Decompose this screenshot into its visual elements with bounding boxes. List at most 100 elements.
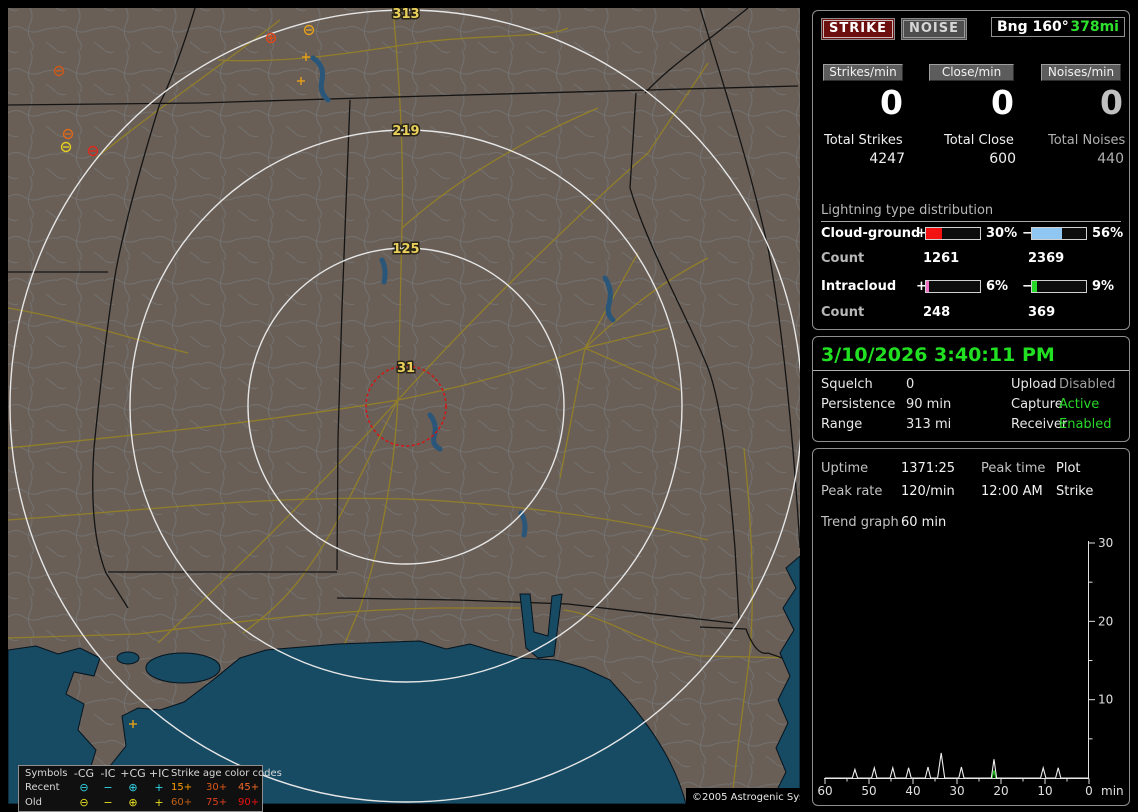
svg-text:20: 20	[1098, 614, 1113, 628]
squelch-label: Squelch	[821, 377, 873, 392]
cg-neg-recent-icon: ⊖	[79, 781, 89, 795]
axis-labels: 60 50 40 30 20 10 0 min 30 20 10	[817, 536, 1123, 798]
noise-mode-button[interactable]: NOISE	[901, 18, 968, 40]
trend-panel: Uptime 1371:25 Peak time Plot Peak rate …	[812, 448, 1130, 806]
ic-neg-bar	[1031, 280, 1087, 293]
copyright-text: ©2005 Astrogenic Systems	[692, 792, 800, 803]
strikes-per-min-button[interactable]: Strikes/min	[823, 64, 903, 81]
cg-neg-bar-fill	[1032, 228, 1063, 239]
close-per-min-button[interactable]: Close/min	[929, 64, 1014, 81]
legend-row-old-label: Old	[25, 796, 42, 808]
lightning-map[interactable]: 313 219 125 31 ©2005 Astrogenic Systems …	[8, 8, 800, 812]
total-close-value: 600	[989, 151, 1016, 167]
ic-neg-bar-fill	[1032, 281, 1037, 292]
ic-pos-recent-icon: +	[154, 781, 164, 795]
cg-neg-count: 2369	[1028, 251, 1065, 266]
intracloud-label: Intracloud	[821, 279, 897, 294]
cg-pos-pct: 30%	[986, 226, 1018, 241]
trend-line-series	[825, 752, 1089, 779]
status-row: Range 313 mi Receiver Enabled	[813, 417, 1129, 435]
status-panel: 3/10/2026 3:40:11 PM Squelch 0 Upload Di…	[812, 336, 1130, 442]
svg-text:min: min	[1101, 784, 1124, 798]
age-45: 45+	[238, 782, 260, 794]
bearing-label: Bng 160°	[997, 19, 1069, 35]
intracloud-row: Intracloud + 6% − 9%	[821, 279, 1121, 294]
persistence-value: 90 min	[906, 397, 952, 412]
svg-text:50: 50	[861, 784, 876, 798]
capture-status: Active	[1059, 397, 1100, 412]
count-label: Count	[821, 305, 865, 320]
legend-col-cg-neg: -CG	[73, 767, 95, 780]
total-noises-value: 440	[1097, 151, 1124, 167]
cloud-ground-row: Cloud-ground + 30% − 56%	[821, 226, 1124, 241]
legend-col-cg-pos: +CG	[120, 767, 146, 780]
ic-pos-count: 248	[923, 305, 951, 320]
legend-age-header: Strike age color codes	[171, 768, 282, 779]
status-row: Squelch 0 Upload Disabled	[813, 377, 1129, 395]
total-noises-label: Total Noises	[1048, 133, 1126, 148]
cg-pos-bar	[925, 227, 981, 240]
noise-mode-label: NOISE	[903, 20, 966, 38]
cg-pos-bar-fill	[926, 228, 943, 239]
total-close-label: Total Close	[944, 133, 1014, 148]
status-row: Persistence 90 min Capture Active	[813, 397, 1129, 415]
trend-graph: 60 50 40 30 20 10 0 min 30 20 10	[817, 536, 1123, 798]
ic-pos-old-icon: +	[154, 795, 164, 809]
capture-label: Capture	[1011, 397, 1063, 412]
age-15: 15+	[171, 782, 193, 794]
legend-symbols-header: Symbols	[25, 768, 68, 779]
counters-panel: STRIKE NOISE Bng 160° 378mi Strikes/min …	[812, 10, 1130, 330]
squelch-value: 0	[906, 377, 915, 392]
cloud-ground-count-row: Count 1261 2369	[821, 251, 1064, 266]
ring-label-219: 219	[392, 124, 419, 139]
map-canvas: 313 219 125 31 ©2005 Astrogenic Systems	[8, 8, 800, 804]
strike-mode-label: STRIKE	[823, 20, 894, 38]
cg-neg-bar	[1031, 227, 1087, 240]
cg-pos-recent-icon: ⊕	[128, 781, 138, 795]
app-window: 313 219 125 31 ©2005 Astrogenic Systems …	[0, 0, 1138, 812]
datetime-display: 3/10/2026 3:40:11 PM	[813, 337, 1129, 371]
axis-ticks	[824, 542, 1095, 784]
svg-text:10: 10	[1098, 693, 1113, 707]
strikes-per-min-value: 0	[880, 83, 903, 122]
ic-neg-pct: 9%	[1092, 279, 1115, 294]
svg-text:10: 10	[1037, 784, 1052, 798]
total-strikes-label: Total Strikes	[824, 133, 903, 148]
svg-text:30: 30	[949, 784, 964, 798]
svg-text:40: 40	[905, 784, 920, 798]
cg-neg-pct: 56%	[1092, 226, 1124, 241]
ic-pos-pct: 6%	[986, 279, 1009, 294]
bearing-distance: 378mi	[1070, 19, 1119, 35]
cg-pos-count: 1261	[923, 251, 960, 266]
bearing-readout: Bng 160° 378mi	[991, 17, 1125, 37]
legend-col-ic-neg: -IC	[100, 767, 116, 780]
ic-neg-recent-icon: −	[103, 781, 113, 795]
upload-status: Disabled	[1059, 377, 1116, 392]
intracloud-count-row: Count 248 369	[821, 305, 1055, 320]
age-30: 30+	[206, 782, 228, 794]
noises-per-min-button[interactable]: Noises/min	[1041, 64, 1121, 81]
symbol-legend: Symbols -CG -IC +CG +IC Strike age color…	[18, 765, 282, 812]
count-label: Count	[821, 251, 865, 266]
cg-neg-old-icon: ⊖	[79, 795, 89, 809]
distribution-title: Lightning type distribution	[821, 203, 1121, 222]
cloud-ground-label: Cloud-ground	[821, 226, 921, 241]
age-75: 75+	[206, 796, 228, 808]
persistence-label: Persistence	[821, 397, 896, 412]
receiver-status: Enabled	[1059, 417, 1112, 432]
ic-pos-bar-fill	[926, 281, 930, 292]
svg-text:30: 30	[1098, 536, 1113, 550]
ic-pos-bar	[925, 280, 981, 293]
range-value: 313 mi	[906, 417, 952, 432]
svg-text:20: 20	[993, 784, 1008, 798]
strike-mode-button[interactable]: STRIKE	[821, 18, 896, 40]
ic-neg-count: 369	[1028, 305, 1056, 320]
legend-col-ic-pos: +IC	[148, 767, 170, 780]
ic-neg-old-icon: −	[103, 795, 113, 809]
svg-text:60: 60	[817, 784, 832, 798]
ring-label-313: 313	[392, 8, 419, 22]
ring-label-125: 125	[392, 242, 419, 257]
age-60: 60+	[171, 796, 193, 808]
total-strikes-value: 4247	[869, 151, 905, 167]
cg-pos-old-icon: ⊕	[128, 795, 138, 809]
